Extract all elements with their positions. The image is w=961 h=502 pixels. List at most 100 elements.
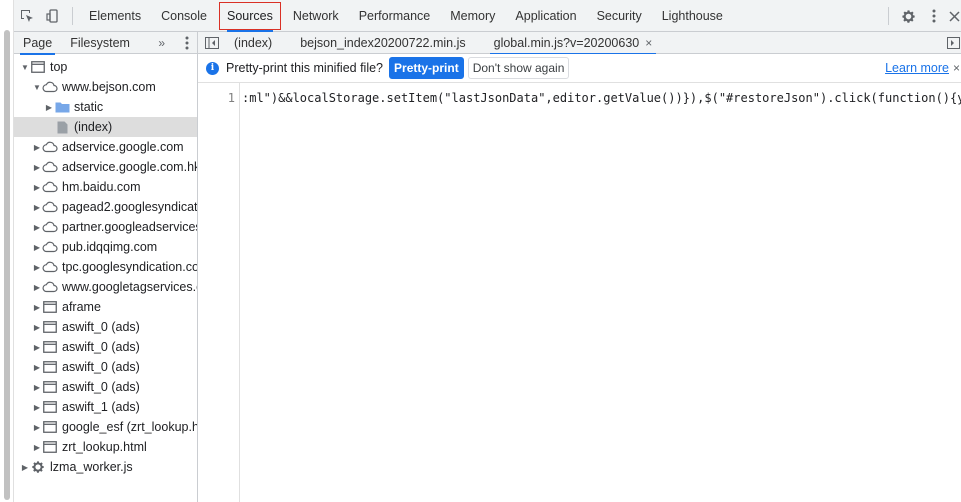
dont-show-again-button[interactable]: Don't show again — [467, 57, 570, 79]
toggle-navigator-icon[interactable] — [198, 32, 226, 54]
expand-triangle-right-icon[interactable]: ▶ — [44, 103, 54, 112]
expand-triangle-right-icon[interactable]: ▶ — [32, 363, 42, 372]
devtools-main-toolbar: Elements Console Sources Network Performance… — [14, 0, 961, 32]
expand-triangle-right-icon[interactable]: ▶ — [32, 323, 42, 332]
tree-item[interactable]: ▶ static — [14, 97, 197, 117]
tab-sources[interactable]: Sources — [217, 0, 283, 32]
pretty-print-button[interactable]: Pretty-print — [389, 57, 464, 79]
inspect-element-icon[interactable] — [14, 0, 40, 32]
kebab-menu-icon[interactable] — [921, 0, 947, 32]
line-number-gutter: 1 — [198, 83, 240, 502]
tree-item[interactable]: ▶ hm.baidu.com — [14, 177, 197, 197]
toggle-debugger-icon[interactable] — [947, 32, 961, 54]
tree-item[interactable]: ▶ aframe — [14, 297, 197, 317]
tab-application[interactable]: Application — [505, 0, 586, 32]
tree-item[interactable]: ▶ pub.idqqimg.com — [14, 237, 197, 257]
tab-lighthouse[interactable]: Lighthouse — [652, 0, 733, 32]
tree-item[interactable]: ▶ google_esf (zrt_lookup.html) — [14, 417, 197, 437]
expand-triangle-down-icon[interactable]: ▼ — [32, 83, 42, 92]
close-tab-icon[interactable]: × — [645, 36, 652, 50]
tree-item-label: partner.googleadservices.com — [62, 220, 197, 234]
tree-item[interactable]: ▶ tpc.googlesyndication.com — [14, 257, 197, 277]
frame-icon — [42, 440, 58, 454]
file-tab[interactable]: bejson_index20200722.min.js — [292, 32, 473, 54]
tree-item[interactable]: ▶ www.googletagservices.com — [14, 277, 197, 297]
cloud-icon — [42, 80, 58, 94]
device-toolbar-icon[interactable] — [40, 0, 66, 32]
tree-item[interactable]: ▶ aswift_0 (ads) — [14, 337, 197, 357]
tree-item-label: lzma_worker.js — [50, 460, 133, 474]
line-number: 1 — [227, 91, 235, 105]
settings-gear-icon[interactable] — [895, 0, 921, 32]
outer-scrollbar[interactable] — [0, 0, 14, 502]
code-line[interactable]: :ml")&&localStorage.setItem("lastJsonDat… — [242, 91, 961, 105]
infobar-close-icon[interactable]: × — [953, 61, 960, 75]
tab-console[interactable]: Console — [151, 0, 217, 32]
tree-item[interactable]: ▼ top — [14, 57, 197, 77]
expand-triangle-right-icon[interactable]: ▶ — [32, 383, 42, 392]
frame-icon — [42, 360, 58, 374]
file-tab-label: (index) — [234, 35, 273, 50]
tree-item[interactable]: ▶ zrt_lookup.html — [14, 437, 197, 457]
tree-item[interactable]: ▶ aswift_0 (ads) — [14, 317, 197, 337]
tab-security[interactable]: Security — [587, 0, 652, 32]
expand-triangle-right-icon[interactable]: ▶ — [32, 443, 42, 452]
expand-triangle-right-icon[interactable]: ▶ — [32, 283, 42, 292]
tree-item-label: hm.baidu.com — [62, 180, 141, 194]
more-tabs-chevron-icon[interactable]: » — [158, 32, 165, 54]
frame-icon — [30, 60, 46, 74]
tree-item[interactable]: ▶ adservice.google.com.hk — [14, 157, 197, 177]
expand-triangle-down-icon[interactable]: ▼ — [20, 63, 30, 72]
frame-icon — [42, 380, 58, 394]
expand-triangle-right-icon[interactable]: ▶ — [32, 203, 42, 212]
tree-item[interactable]: ▼ www.bejson.com — [14, 77, 197, 97]
navigator-tabs: Page Filesystem » — [14, 32, 197, 55]
toolbar-divider — [72, 6, 73, 25]
tab-elements[interactable]: Elements — [79, 0, 151, 32]
tree-item-label: tpc.googlesyndication.com — [62, 260, 197, 274]
cloud-icon — [42, 180, 58, 194]
cloud-icon — [42, 160, 58, 174]
tree-item[interactable]: ▶(index) — [14, 117, 197, 137]
expand-triangle-right-icon[interactable]: ▶ — [32, 243, 42, 252]
tree-item[interactable]: ▶ aswift_1 (ads) — [14, 397, 197, 417]
tree-item[interactable]: ▶ lzma_worker.js — [14, 457, 197, 477]
navigator-tab-filesystem[interactable]: Filesystem — [61, 32, 139, 54]
expand-triangle-right-icon[interactable]: ▶ — [32, 143, 42, 152]
navigator-panel: Page Filesystem » ▼ top ▼ www.bejson.com ▶ sta… — [14, 32, 198, 502]
tree-item-label: pub.idqqimg.com — [62, 240, 158, 254]
tree-item-label: aframe — [62, 300, 101, 314]
navigator-menu-icon[interactable] — [185, 32, 189, 54]
cloud-icon — [42, 240, 58, 254]
tree-item[interactable]: ▶ aswift_0 (ads) — [14, 357, 197, 377]
expand-triangle-right-icon[interactable]: ▶ — [32, 343, 42, 352]
tab-memory[interactable]: Memory — [440, 0, 505, 32]
expand-triangle-right-icon[interactable]: ▶ — [32, 223, 42, 232]
expand-triangle-right-icon[interactable]: ▶ — [32, 183, 42, 192]
tree-item[interactable]: ▶ pagead2.googlesyndication.com — [14, 197, 197, 217]
frame-icon — [42, 320, 58, 334]
learn-more-link[interactable]: Learn more — [885, 61, 949, 75]
expand-triangle-right-icon[interactable]: ▶ — [32, 303, 42, 312]
tab-network[interactable]: Network — [283, 0, 349, 32]
expand-triangle-right-icon[interactable]: ▶ — [32, 403, 42, 412]
tree-item-label: aswift_0 (ads) — [62, 380, 140, 394]
tree-item[interactable]: ▶ partner.googleadservices.com — [14, 217, 197, 237]
expand-triangle-right-icon[interactable]: ▶ — [32, 263, 42, 272]
cloud-icon — [42, 280, 58, 294]
outer-scrollbar-thumb[interactable] — [4, 30, 10, 500]
tab-performance[interactable]: Performance — [349, 0, 441, 32]
expand-triangle-right-icon[interactable]: ▶ — [32, 423, 42, 432]
close-devtools-icon[interactable] — [947, 0, 961, 32]
navigator-tab-page[interactable]: Page — [14, 32, 61, 55]
code-area[interactable]: 1 :ml")&&localStorage.setItem("lastJsonD… — [198, 83, 961, 502]
tree-item[interactable]: ▶ adservice.google.com — [14, 137, 197, 157]
cloud-icon — [42, 140, 58, 154]
tree-item[interactable]: ▶ aswift_0 (ads) — [14, 377, 197, 397]
expand-triangle-right-icon[interactable]: ▶ — [20, 463, 30, 472]
file-tab[interactable]: (index) — [226, 32, 280, 54]
tree-item-label: (index) — [74, 120, 113, 134]
tree-item-label: google_esf (zrt_lookup.html) — [62, 420, 197, 434]
expand-triangle-right-icon[interactable]: ▶ — [32, 163, 42, 172]
file-tab[interactable]: global.min.js?v=20200630 × — [486, 32, 661, 55]
